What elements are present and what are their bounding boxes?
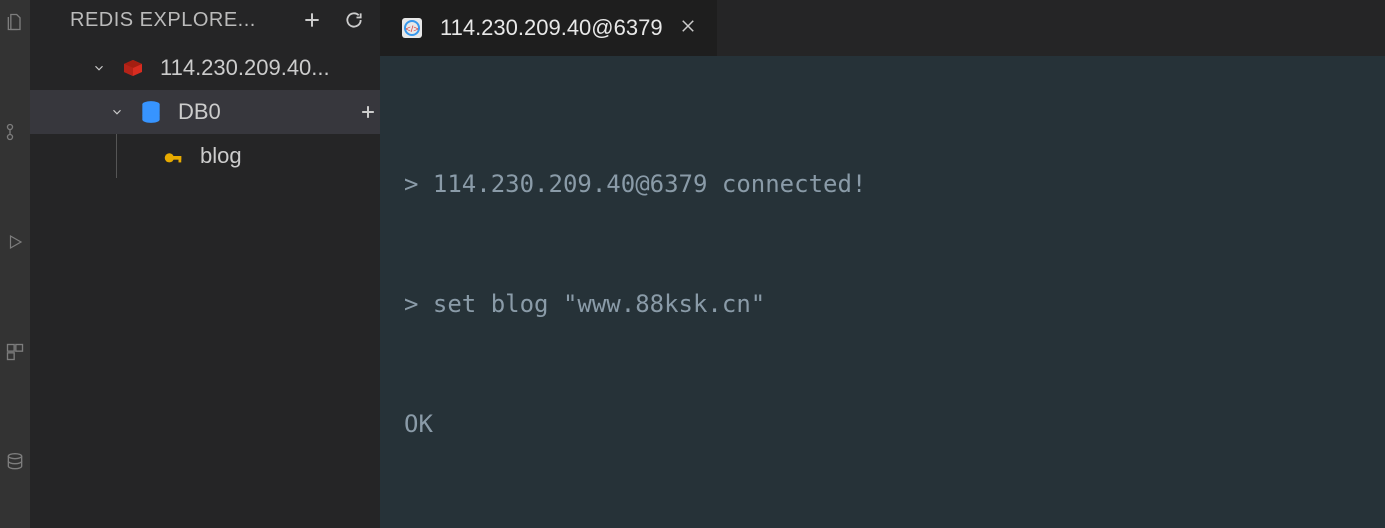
refresh-button[interactable]	[342, 8, 366, 32]
connection-tree: 114.230.209.40... DB0 blog	[30, 42, 380, 178]
terminal-line: OK	[404, 404, 1361, 444]
chevron-down-icon	[108, 105, 126, 119]
tree-key-row[interactable]: blog	[30, 134, 380, 178]
database-icon	[138, 99, 164, 125]
terminal-line: > 114.230.209.40@6379 connected!	[404, 164, 1361, 204]
terminal-line: > get blog	[404, 524, 1361, 528]
activity-run-icon[interactable]	[5, 232, 25, 252]
redis-tab-icon: </>	[400, 16, 424, 40]
key-label: blog	[200, 143, 380, 169]
tree-connection-row[interactable]: 114.230.209.40...	[30, 46, 380, 90]
activity-bar	[0, 0, 30, 528]
sidebar-title: REDIS EXPLORE...	[70, 9, 282, 32]
add-key-button[interactable]	[356, 102, 380, 122]
redis-terminal[interactable]: > 114.230.209.40@6379 connected! > set b…	[380, 56, 1385, 528]
redis-icon	[120, 56, 146, 80]
close-icon[interactable]	[679, 15, 697, 41]
add-connection-button[interactable]	[300, 8, 324, 32]
sidebar-header: REDIS EXPLORE...	[30, 0, 380, 42]
activity-database-icon[interactable]	[5, 452, 25, 472]
db-label: DB0	[178, 99, 356, 125]
terminal-line: > set blog "www.88ksk.cn"	[404, 284, 1361, 324]
tab-redis-terminal[interactable]: </> 114.230.209.40@6379	[380, 0, 717, 56]
chevron-down-icon	[90, 61, 108, 75]
key-icon	[160, 145, 186, 167]
activity-sourcecontrol-icon[interactable]	[5, 122, 25, 142]
tree-db-row[interactable]: DB0	[30, 90, 380, 134]
editor-area: </> 114.230.209.40@6379 > 114.230.209.40…	[380, 0, 1385, 528]
tab-bar: </> 114.230.209.40@6379	[380, 0, 1385, 56]
activity-files-icon[interactable]	[5, 12, 25, 32]
connection-label: 114.230.209.40...	[160, 55, 380, 81]
sidebar: REDIS EXPLORE... 114.230.209.40... DB0	[30, 0, 380, 528]
svg-text:</>: </>	[405, 24, 418, 34]
activity-extensions-icon[interactable]	[5, 342, 25, 362]
tab-label: 114.230.209.40@6379	[440, 15, 663, 41]
